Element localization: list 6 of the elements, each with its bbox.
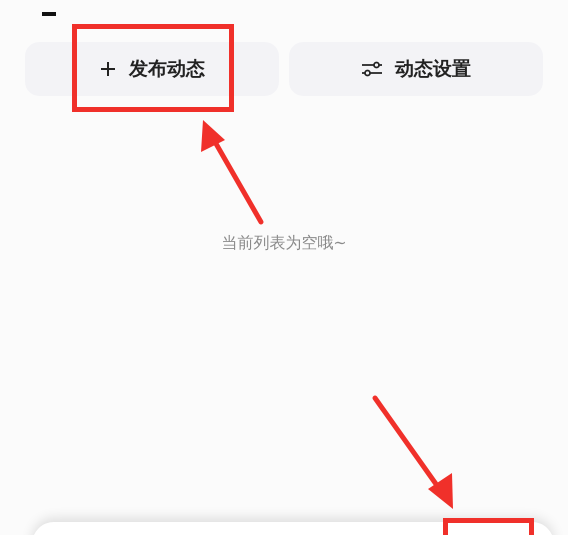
empty-list-message: 当前列表为空哦~ (221, 232, 347, 254)
plus-icon (99, 60, 117, 78)
tab-indicator (42, 12, 56, 16)
settings-button[interactable]: 动态设置 (289, 42, 543, 96)
sliders-icon (361, 59, 383, 79)
post-button[interactable]: 发布动态 (25, 42, 279, 96)
